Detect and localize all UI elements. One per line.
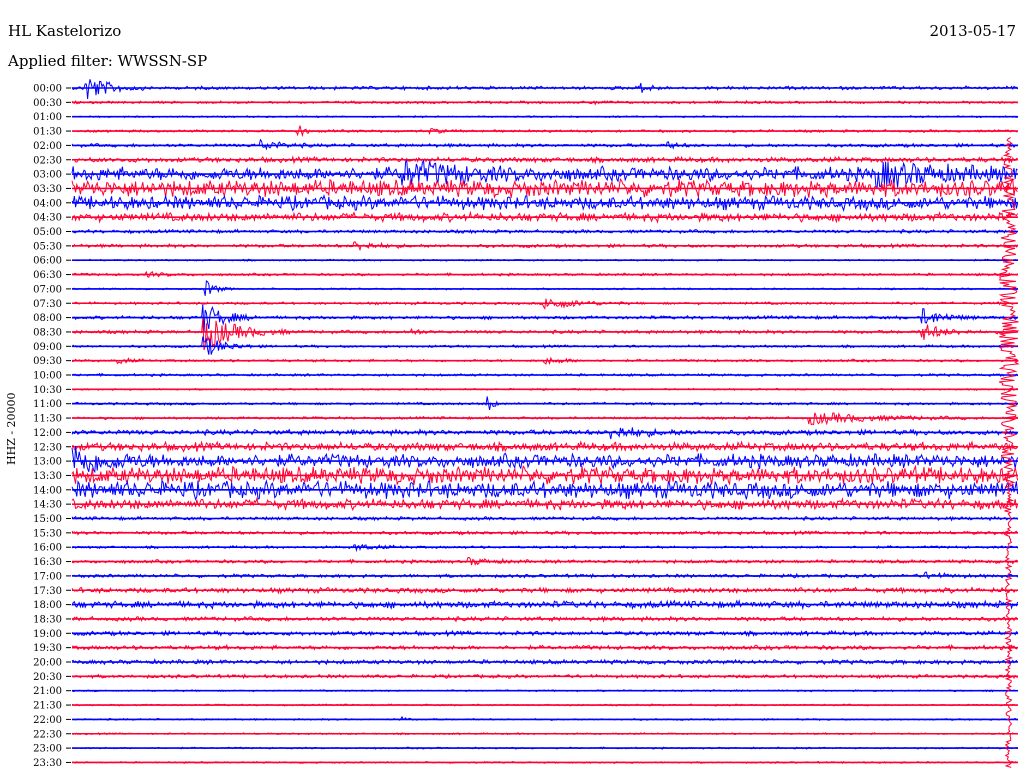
time-label: 00:30 (33, 98, 62, 109)
time-label: 04:00 (33, 198, 62, 209)
trace-rows: 00:00 00:30 01:00 01:30 02:00 02:30 03:00 03:30… (33, 79, 1020, 769)
time-label: 09:00 (33, 342, 62, 353)
time-label: 14:30 (33, 500, 62, 511)
time-label: 17:30 (33, 586, 62, 597)
time-label: 13:00 (33, 457, 62, 468)
time-label: 03:30 (33, 184, 62, 195)
time-label: 16:00 (33, 543, 62, 554)
time-label: 05:30 (33, 241, 62, 252)
time-label: 23:30 (33, 758, 62, 769)
time-label: 16:30 (33, 557, 62, 568)
time-label: 15:00 (33, 514, 62, 525)
seismic-trace (71, 427, 1019, 440)
helicorder-plot: 00:00 00:30 01:00 01:30 02:00 02:30 03:00 03:30… (33, 79, 1020, 769)
time-label: 23:00 (33, 744, 62, 755)
seismic-trace (71, 79, 1019, 100)
time-label: 01:30 (33, 127, 62, 138)
time-label: 13:30 (33, 471, 62, 482)
time-label: 18:30 (33, 614, 62, 625)
y-axis-label: HHZ - 20000 (5, 392, 18, 466)
time-label: 19:00 (33, 629, 62, 640)
time-label: 11:00 (33, 399, 62, 410)
time-label: 02:00 (33, 141, 62, 152)
time-label: 05:00 (33, 227, 62, 238)
time-label: 03:00 (33, 170, 62, 181)
time-label: 06:00 (33, 256, 62, 267)
time-label: 07:30 (33, 299, 62, 310)
time-label: 21:30 (33, 701, 62, 712)
time-label: 10:30 (33, 385, 62, 396)
time-label: 08:30 (33, 327, 62, 338)
seismic-trace (71, 445, 1019, 474)
time-label: 10:00 (33, 371, 62, 382)
time-label: 02:30 (33, 155, 62, 166)
time-label: 01:00 (33, 112, 62, 123)
time-label: 15:30 (33, 528, 62, 539)
seismic-trace (71, 318, 1018, 351)
time-label: 14:00 (33, 485, 62, 496)
time-label: 12:30 (33, 442, 62, 453)
time-label: 17:00 (33, 571, 62, 582)
time-label: 04:30 (33, 213, 62, 224)
time-label: 19:30 (33, 643, 62, 654)
time-label: 00:00 (33, 84, 62, 95)
time-label: 21:00 (33, 686, 62, 697)
time-label: 22:30 (33, 729, 62, 740)
time-label: 06:30 (33, 270, 62, 281)
time-label: 12:00 (33, 428, 62, 439)
time-label: 07:00 (33, 284, 62, 295)
time-label: 18:00 (33, 600, 62, 611)
time-label: 11:30 (33, 414, 62, 425)
time-label: 09:30 (33, 356, 62, 367)
time-label: 22:00 (33, 715, 62, 726)
seismic-trace (71, 138, 1018, 151)
time-label: 20:00 (33, 658, 62, 669)
time-label: 08:00 (33, 313, 62, 324)
time-label: 20:30 (33, 672, 62, 683)
